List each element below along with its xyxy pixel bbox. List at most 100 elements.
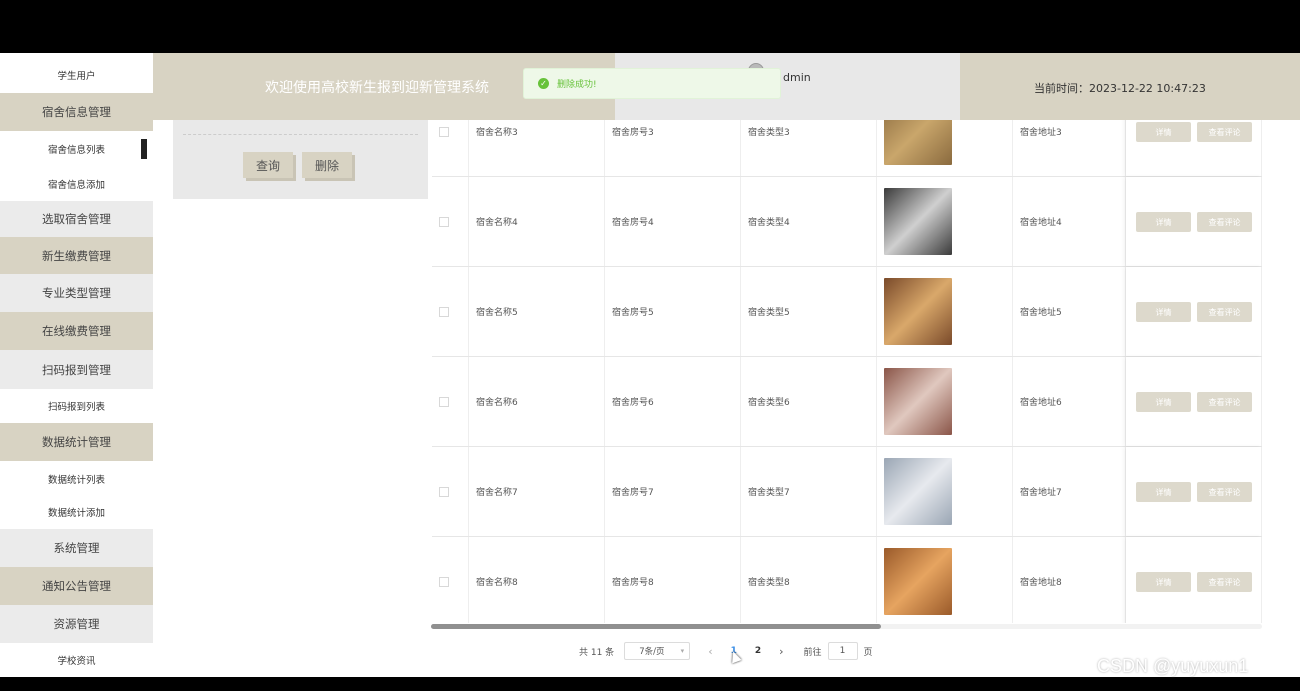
sidebar-item[interactable]: 扫码报到管理 xyxy=(0,350,153,389)
sidebar-item[interactable]: 资源管理 xyxy=(0,605,153,643)
sidebar-item-label: 系统管理 xyxy=(53,541,100,555)
detail-button[interactable]: 详情 xyxy=(1136,572,1191,592)
sidebar-item-label: 数据统计列表 xyxy=(47,475,105,486)
dorm-name-cell: 宿舍名称3 xyxy=(469,120,605,176)
dorm-photo[interactable] xyxy=(884,188,952,255)
sidebar-item-label: 数据统计添加 xyxy=(47,508,105,519)
dorm-name-cell: 宿舍名称7 xyxy=(469,447,605,536)
view-comments-button[interactable]: 查看评论 xyxy=(1197,212,1252,232)
prev-page-icon[interactable]: ‹ xyxy=(708,645,712,658)
check-circle-icon: ✓ xyxy=(538,78,549,89)
sidebar-item[interactable]: 宿舍信息列表 xyxy=(0,131,153,167)
dorm-photo[interactable] xyxy=(884,458,952,525)
sidebar-item[interactable]: 通知公告管理 xyxy=(0,567,153,605)
toast-message: 删除成功! xyxy=(557,80,597,90)
sidebar-item[interactable]: 学生用户 xyxy=(0,53,153,97)
horizontal-scrollbar[interactable] xyxy=(431,624,1262,629)
sidebar-item[interactable]: 新生缴费管理 xyxy=(0,237,153,274)
view-comments-button[interactable]: 查看评论 xyxy=(1197,572,1252,592)
dorm-name-cell: 宿舍名称5 xyxy=(469,267,605,356)
search-panel: 查询 删除 xyxy=(173,120,428,199)
sidebar-item[interactable]: 数据统计列表 xyxy=(0,461,153,497)
sidebar-item[interactable]: 扫码报到列表 xyxy=(0,389,153,423)
row-checkbox[interactable] xyxy=(439,126,449,137)
dorm-type-cell: 宿舍类型4 xyxy=(741,177,877,266)
current-time: 当前时间：2023-12-22 10:47:23 xyxy=(1034,82,1206,95)
chevron-down-icon: ▾ xyxy=(680,647,685,655)
detail-button[interactable]: 详情 xyxy=(1136,302,1191,322)
sidebar-item[interactable]: 宿舍信息添加 xyxy=(0,167,153,201)
dorm-type-cell: 宿舍类型7 xyxy=(741,447,877,536)
detail-button[interactable]: 详情 xyxy=(1136,392,1191,412)
total-count: 共 11 条 xyxy=(579,647,615,658)
dorm-type-cell: 宿舍类型6 xyxy=(741,357,877,446)
dorm-photo[interactable] xyxy=(884,120,952,165)
row-checkbox[interactable] xyxy=(439,306,449,317)
table-row: 宿舍名称8 宿舍房号8 宿舍类型8 宿舍地址8 详情 查看评论 xyxy=(432,537,1262,623)
page-suffix: 页 xyxy=(863,647,873,658)
dorm-name-cell: 宿舍名称6 xyxy=(469,357,605,446)
sidebar-item[interactable]: 数据统计管理 xyxy=(0,423,153,461)
sidebar-item[interactable]: 宿舍信息管理 xyxy=(0,93,153,131)
detail-button[interactable]: 详情 xyxy=(1136,122,1191,142)
dorm-photo[interactable] xyxy=(884,368,952,435)
pagination: 共 11 条 7条/页 ▾ ‹ 1 2 › 前往 1 页 xyxy=(579,640,873,662)
detail-button[interactable]: 详情 xyxy=(1136,482,1191,502)
sidebar-item-label: 资源管理 xyxy=(53,617,100,631)
room-number-cell: 宿舍房号7 xyxy=(605,447,741,536)
view-comments-button[interactable]: 查看评论 xyxy=(1197,482,1252,502)
dorm-address-cell: 宿舍地址6 xyxy=(1013,357,1126,446)
row-checkbox[interactable] xyxy=(439,576,449,587)
delete-button[interactable]: 删除 xyxy=(302,152,352,178)
view-comments-button[interactable]: 查看评论 xyxy=(1197,122,1252,142)
sidebar-item[interactable]: 学校资讯 xyxy=(0,643,153,677)
view-comments-button[interactable]: 查看评论 xyxy=(1197,302,1252,322)
row-checkbox[interactable] xyxy=(439,486,449,497)
page-2[interactable]: 2 xyxy=(755,646,761,656)
sidebar-item-label: 选取宿舍管理 xyxy=(42,212,111,226)
app-window: 学生用户 宿舍信息管理 宿舍信息列表 宿舍信息添加选取宿舍管理新生缴费管理 专业类型管理… xyxy=(0,53,1300,677)
sidebar-item[interactable]: 专业类型管理 xyxy=(0,274,153,312)
room-number-cell: 宿舍房号3 xyxy=(605,120,741,176)
page-size-value: 7条/页 xyxy=(639,647,665,657)
image-cell xyxy=(877,177,1013,266)
image-cell xyxy=(877,120,1013,176)
next-page-icon[interactable]: › xyxy=(779,645,783,658)
goto-label: 前往 xyxy=(803,647,822,658)
room-number-cell: 宿舍房号4 xyxy=(605,177,741,266)
sidebar-item-label: 扫码报到列表 xyxy=(47,402,105,413)
dorm-table: 宿舍名称3 宿舍房号3 宿舍类型3 宿舍地址3 详情 查看评论 宿舍名称4 宿舍房号4 宿舍类型… xyxy=(432,120,1262,623)
checkbox-cell xyxy=(432,120,469,176)
dorm-photo[interactable] xyxy=(884,548,952,615)
view-comments-button[interactable]: 查看评论 xyxy=(1197,392,1252,412)
sidebar: 学生用户 宿舍信息管理 宿舍信息列表 宿舍信息添加选取宿舍管理新生缴费管理 专业类型管理… xyxy=(0,53,153,677)
image-cell xyxy=(877,537,1013,623)
sidebar-item-label: 在线缴费管理 xyxy=(42,324,111,338)
room-number-cell: 宿舍房号5 xyxy=(605,267,741,356)
sidebar-item[interactable]: 数据统计添加 xyxy=(0,495,153,529)
sidebar-item[interactable]: 系统管理 xyxy=(0,529,153,567)
image-cell xyxy=(877,447,1013,536)
checkbox-cell xyxy=(432,537,469,623)
row-checkbox[interactable] xyxy=(439,216,449,227)
table-row: 宿舍名称4 宿舍房号4 宿舍类型4 宿舍地址4 详情 查看评论 xyxy=(432,177,1262,267)
query-button[interactable]: 查询 xyxy=(243,152,293,178)
dorm-photo[interactable] xyxy=(884,278,952,345)
checkbox-cell xyxy=(432,447,469,536)
dorm-address-cell: 宿舍地址8 xyxy=(1013,537,1126,623)
sidebar-item[interactable]: 在线缴费管理 xyxy=(0,312,153,350)
detail-button[interactable]: 详情 xyxy=(1136,212,1191,232)
dorm-type-cell: 宿舍类型5 xyxy=(741,267,877,356)
row-checkbox[interactable] xyxy=(439,396,449,407)
sidebar-item[interactable]: 选取宿舍管理 xyxy=(0,201,153,237)
sidebar-item-label: 学校资讯 xyxy=(57,656,96,667)
scrollbar-thumb[interactable] xyxy=(431,624,881,629)
sidebar-item-label: 扫码报到管理 xyxy=(42,362,111,377)
checkbox-cell xyxy=(432,267,469,356)
page-size-select[interactable]: 7条/页 ▾ xyxy=(624,642,691,660)
username[interactable]: dmin xyxy=(783,71,811,84)
page-title: 欢迎使用高校新生报到迎新管理系统 xyxy=(265,80,489,96)
goto-page-input[interactable]: 1 xyxy=(827,642,858,660)
room-number-cell: 宿舍房号8 xyxy=(605,537,741,623)
dorm-address-cell: 宿舍地址3 xyxy=(1013,120,1126,176)
